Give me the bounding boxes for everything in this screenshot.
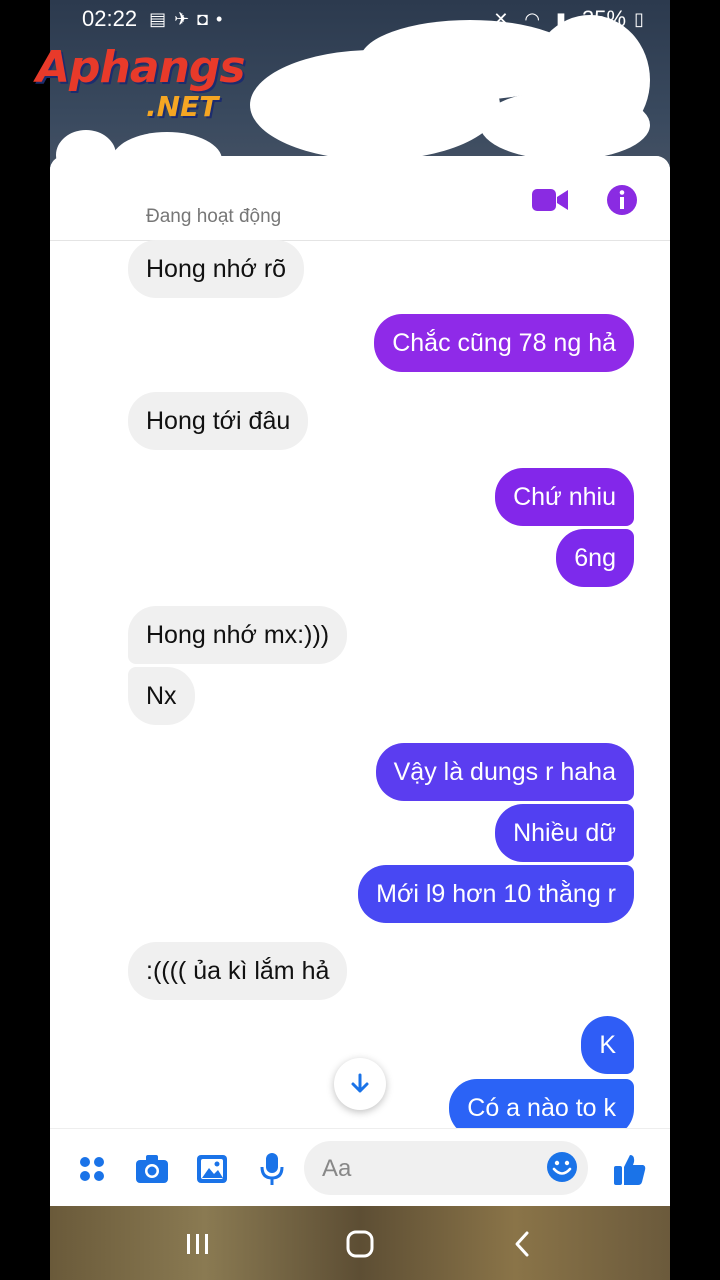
message-outgoing[interactable]: K <box>581 1016 634 1074</box>
message-incoming[interactable]: Hong tới đâu <box>128 392 309 450</box>
message-outgoing[interactable]: 6ng <box>556 529 634 587</box>
message-outgoing[interactable]: Vậy là dungs r haha <box>375 743 634 801</box>
scroll-to-bottom-button[interactable] <box>334 1058 386 1110</box>
message-outgoing[interactable]: Nhiều dữ <box>495 804 634 862</box>
info-button[interactable] <box>602 180 642 220</box>
emoji-button[interactable] <box>546 1151 578 1188</box>
message-incoming[interactable]: :(((( ủa kì lắm hả <box>128 942 348 1000</box>
message-list[interactable]: Hong nhớ rõ Chắc cũng 78 ng hả Hong tới … <box>50 240 670 1137</box>
message-input-box[interactable] <box>304 1141 588 1197</box>
message-composer <box>50 1128 670 1206</box>
gallery-button[interactable] <box>194 1151 230 1187</box>
message-input[interactable] <box>320 1141 544 1197</box>
watermark-suffix: .NET <box>146 90 219 123</box>
zalo-icon: ◘ <box>197 8 209 29</box>
emoji-icon <box>547 1152 577 1182</box>
thumbs-up-icon <box>614 1155 646 1185</box>
home-icon <box>346 1230 374 1258</box>
message-outgoing[interactable]: Chắc cũng 78 ng hả <box>374 314 634 372</box>
video-call-button[interactable] <box>530 180 570 220</box>
home-button[interactable] <box>340 1224 380 1264</box>
redaction-blob <box>480 90 650 160</box>
message-outgoing[interactable]: Chứ nhiu <box>495 468 634 526</box>
camera-button[interactable] <box>134 1151 170 1187</box>
watermark-name: Aphangs <box>36 42 246 93</box>
info-icon <box>607 185 637 215</box>
notification-icon: ✈ <box>174 8 190 29</box>
watermark-logo: Aphangs .NET <box>36 44 256 128</box>
message-incoming[interactable]: Nx <box>128 667 195 725</box>
camera-icon <box>136 1155 168 1183</box>
message-incoming[interactable]: Hong nhớ rõ <box>128 240 305 298</box>
message-outgoing[interactable]: Mới l9 hơn 10 thằng r <box>358 865 634 923</box>
battery-icon: ▯ <box>634 8 644 29</box>
active-status: Đang hoạt động <box>146 206 282 227</box>
system-navigation-bar <box>50 1206 670 1280</box>
voice-button[interactable] <box>254 1151 290 1187</box>
status-time: 02:22 <box>82 6 138 31</box>
message-incoming[interactable]: Hong nhớ mx:))) <box>128 606 348 664</box>
back-icon <box>515 1231 529 1257</box>
back-button[interactable] <box>502 1224 542 1264</box>
more-actions-button[interactable] <box>74 1151 110 1187</box>
chat-header: Đang hoạt động <box>50 156 670 241</box>
video-camera-icon <box>532 189 568 211</box>
recent-apps-button[interactable] <box>178 1224 218 1264</box>
like-button[interactable] <box>612 1151 648 1187</box>
menu-dots-icon <box>80 1157 104 1181</box>
recent-apps-icon <box>187 1234 208 1254</box>
arrow-down-icon <box>351 1073 369 1093</box>
chat-window: Đang hoạt động Hong nhớ rõ Chắc cũng 78 … <box>50 156 670 1206</box>
message-notification-icon: ▤ <box>149 8 167 29</box>
dot-icon: • <box>216 8 223 29</box>
gallery-icon <box>197 1155 227 1183</box>
microphone-icon <box>260 1153 284 1185</box>
